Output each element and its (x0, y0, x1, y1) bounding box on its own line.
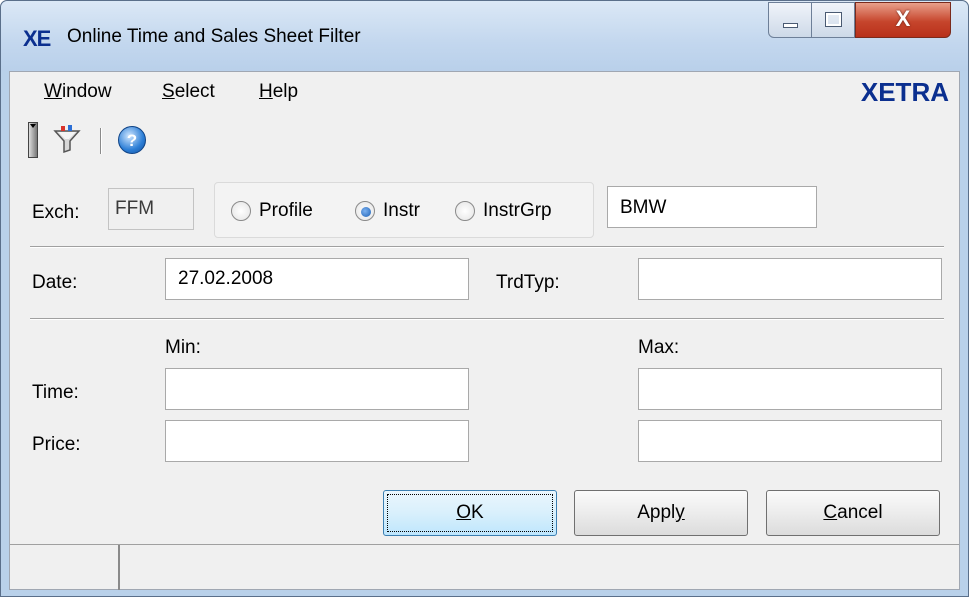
cancel-button[interactable]: Cancel (766, 490, 940, 536)
menu-select-mnemonic: S (162, 81, 175, 102)
minimize-button[interactable] (768, 2, 812, 38)
maximize-icon (825, 12, 842, 27)
time-label: Time: (32, 382, 79, 403)
section-divider (30, 246, 944, 248)
close-icon: X (895, 6, 911, 31)
status-bar-panel (10, 545, 120, 590)
radio-profile-label: Profile (259, 200, 313, 221)
menu-window-mnemonic: W (44, 81, 62, 102)
maximize-button[interactable] (812, 2, 855, 38)
radio-instrgrp-label: InstrGrp (483, 200, 552, 221)
cancel-button-mnemonic: C (823, 502, 838, 523)
min-label: Min: (165, 337, 201, 358)
radio-instr-circle (355, 201, 375, 221)
menu-help-label: elp (272, 81, 299, 102)
apply-button[interactable]: Apply (574, 490, 748, 536)
price-max-field[interactable] (638, 420, 942, 462)
max-label: Max: (638, 337, 680, 358)
apply-button-mnemonic: y (675, 502, 685, 523)
xe-logo-icon: XE (23, 26, 51, 51)
instrument-field[interactable]: BMW (607, 186, 817, 228)
exch-field: FFM (108, 188, 194, 230)
exch-label: Exch: (32, 202, 80, 223)
radio-instrgrp-circle (455, 201, 475, 221)
apply-button-prefix: Appl (637, 502, 676, 523)
status-bar (10, 544, 959, 590)
minimize-icon (783, 23, 798, 28)
menu-bar: Window Select Help XETRA (10, 72, 959, 112)
date-label: Date: (32, 272, 78, 293)
xetra-brand-logo: XETRA (860, 77, 949, 107)
price-label: Price: (32, 434, 81, 455)
ok-button[interactable]: OK (383, 490, 557, 536)
toolbar-grip[interactable] (28, 122, 38, 158)
menu-select-label: elect (174, 81, 215, 102)
trdtyp-field[interactable] (638, 258, 942, 300)
dialog-client-area: Window Select Help XETRA ? Exch: FFM Pro… (9, 71, 960, 590)
focus-rectangle (387, 494, 553, 532)
toolbar: ? (10, 116, 959, 164)
radio-instr-label: Instr (383, 200, 420, 221)
dialog-window: XE Online Time and Sales Sheet Filter X … (0, 0, 969, 597)
close-button[interactable]: X (855, 2, 951, 38)
section-divider (30, 318, 944, 320)
menu-select[interactable]: Select (162, 81, 215, 103)
time-min-field[interactable] (165, 368, 469, 410)
time-max-field[interactable] (638, 368, 942, 410)
date-field[interactable]: 27.02.2008 (165, 258, 469, 300)
toolbar-separator (100, 128, 102, 154)
cancel-button-suffix: ancel (837, 502, 883, 523)
filter-icon[interactable] (52, 124, 82, 154)
radio-selected-dot (361, 207, 371, 217)
help-icon[interactable]: ? (118, 126, 146, 154)
menu-window[interactable]: Window (44, 81, 112, 103)
radio-profile-circle (231, 201, 251, 221)
menu-window-label: indow (61, 81, 112, 102)
price-min-field[interactable] (165, 420, 469, 462)
title-bar[interactable]: XE Online Time and Sales Sheet Filter X (1, 1, 968, 71)
menu-help[interactable]: Help (259, 81, 298, 103)
menu-help-mnemonic: H (259, 81, 273, 102)
trdtyp-label: TrdTyp: (496, 272, 560, 293)
window-title: Online Time and Sales Sheet Filter (67, 26, 361, 47)
selection-type-group: Profile Instr InstrGrp (214, 182, 594, 238)
